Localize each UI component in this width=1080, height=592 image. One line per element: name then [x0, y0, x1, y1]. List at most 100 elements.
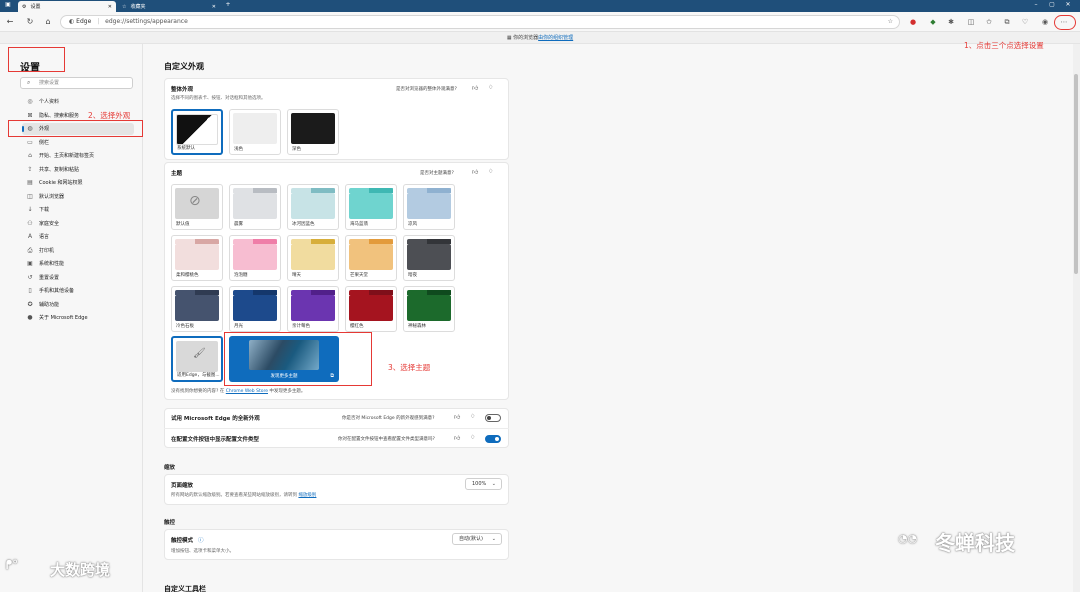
theme-tile[interactable]: 晴天 [287, 235, 339, 281]
thumbs-down-icon[interactable]: ♢ [470, 413, 475, 420]
sidebar-item[interactable]: ⇪ 共享、复制和粘贴 [22, 164, 134, 176]
search-placeholder: 搜索设置 [39, 80, 60, 86]
sidebar-item[interactable]: ▯ 手机和其他设备 [22, 285, 134, 297]
sidebar-item[interactable]: ↺ 重置设置 [22, 272, 134, 284]
theme-tile[interactable]: 暗夜 [403, 235, 455, 281]
theme-store-hint: 没有找到你想要的内容? 在 Chrome Web Store 中发现更多主题。 [171, 388, 305, 394]
theme-tile[interactable]: 樱红色 [345, 286, 397, 332]
shield-icon[interactable]: ◆ [928, 17, 938, 27]
page-zoom-desc: 所有网站的默认缩放级别。若要查看某些网站缩放级别，请转到 缩放级别 [171, 492, 316, 498]
split-screen-icon[interactable]: ◫ [966, 17, 976, 27]
search-settings-input[interactable]: ⌕ 搜索设置 [20, 77, 133, 89]
sidebar-item[interactable]: ▣ 系统和性能 [22, 258, 134, 270]
theme-edge-tile[interactable]: 🖌︎ 适用Edge，与截图... [171, 336, 223, 382]
extensions-icon[interactable]: ✱ [946, 17, 956, 27]
collections-icon[interactable]: ⧉ [1002, 17, 1012, 27]
sidebar-item-label: 个人资料 [39, 99, 60, 105]
managed-link[interactable]: 由你的组织管理 [538, 35, 573, 41]
adblock-icon[interactable]: ● [908, 17, 918, 27]
home-icon[interactable]: ⌂ [42, 16, 54, 28]
new-tab-icon[interactable]: + [222, 1, 234, 8]
theme-tile[interactable]: 柔和樱桃色 [171, 235, 223, 281]
help-icon[interactable]: ⓘ [198, 538, 204, 544]
minimize-icon[interactable]: – [1030, 1, 1042, 8]
theme-tile[interactable]: 泡泡糖 [229, 235, 281, 281]
back-icon[interactable]: ← [4, 16, 16, 28]
page-scrollbar[interactable] [1073, 44, 1080, 592]
thumbs-down-icon[interactable]: ♢ [488, 84, 493, 91]
overall-option-light[interactable]: 浅色 [229, 109, 281, 155]
maximize-icon[interactable]: ▢ [1046, 1, 1058, 8]
theme-label: 晴天 [292, 273, 301, 278]
sidebar-item[interactable]: ⌂ 开始、主页和新建标签页 [22, 150, 134, 162]
theme-tile[interactable]: 冰河因蓝色 [287, 184, 339, 230]
annotation-more-menu-circle [1054, 15, 1076, 30]
option-label: 系统默认 [177, 146, 195, 151]
favorites-icon[interactable]: ✩ [984, 17, 994, 27]
toggle-knob [495, 437, 499, 441]
page-zoom-select[interactable]: 100% ⌄ [465, 478, 502, 490]
thumbs-up-icon[interactable]: 👍︎ [472, 84, 478, 92]
theme-preview [175, 244, 219, 270]
theme-label: 冷色石板 [176, 324, 194, 329]
overall-option-system[interactable]: 系统默认 [171, 109, 223, 155]
customize-toolbar-heading: 自定义工具栏 [164, 585, 206, 592]
sidebar-item[interactable]: ◫ 默认浏览器 [22, 191, 134, 203]
theme-tile[interactable]: 晨雾 [229, 184, 281, 230]
phone-icon: ▯ [28, 287, 32, 294]
sidebar-item[interactable]: A 语言 [22, 231, 134, 243]
browser-essentials-icon[interactable]: ♡ [1020, 17, 1030, 27]
address-bar[interactable]: ◐ Edge | edge://settings/appearance ☆ [60, 15, 900, 29]
watermark-left: 大数跨境 [50, 561, 111, 579]
theme-label: 凉风 [408, 222, 417, 227]
profile-avatar-icon[interactable]: ◉ [1040, 17, 1050, 27]
window-menu-icon[interactable]: ▣ [2, 1, 14, 8]
theme-label: 樱红色 [350, 324, 364, 329]
try-new-look-toggle[interactable] [485, 414, 501, 422]
theme-tile[interactable]: 凉风 [403, 184, 455, 230]
sidebar-item[interactable]: ↓ 下载 [22, 204, 134, 216]
touch-mode-title: 触控模式 ⓘ [171, 536, 203, 544]
thumbs-down-icon[interactable]: ♢ [488, 168, 493, 175]
favorite-star-icon[interactable]: ☆ [888, 16, 893, 28]
sidebar-item[interactable]: ▭ 侧栏 [22, 137, 134, 149]
theme-tile[interactable]: 芒果天堂 [345, 235, 397, 281]
sidebar-item-label: Cookie 和网站权限 [39, 180, 83, 186]
theme-tile[interactable]: 神秘森林 [403, 286, 455, 332]
thumbs-up-icon[interactable]: 👍︎ [454, 434, 460, 442]
theme-label: 亲计莓色 [292, 324, 310, 329]
thumbs-down-icon[interactable]: ♢ [470, 434, 475, 441]
theme-tile[interactable]: 亲计莓色 [287, 286, 339, 332]
theme-tile[interactable]: ⊘ 默认值 [171, 184, 223, 230]
theme-preview [291, 244, 335, 270]
profile-type-toggle[interactable] [485, 435, 501, 443]
close-tab-icon[interactable]: ✕ [108, 4, 112, 10]
sidebar-item-label: 家庭安全 [39, 220, 60, 227]
thumbs-up-icon[interactable]: 👍︎ [454, 413, 460, 421]
tab-settings[interactable]: ⚙ 设置 ✕ [18, 1, 116, 12]
overall-option-dark[interactable]: 深色 [287, 109, 339, 155]
refresh-icon[interactable]: ↻ [24, 16, 36, 28]
close-tab-icon[interactable]: ✕ [212, 4, 216, 10]
sidebar-item[interactable]: ● 关于 Microsoft Edge [22, 312, 134, 324]
theme-feedback-text: 是否对主题满意? [420, 171, 454, 176]
theme-tile[interactable]: 月光 [229, 286, 281, 332]
sidebar-item-label: 隐私、搜索和服务 [39, 112, 80, 119]
option-preview [291, 113, 335, 144]
theme-tile[interactable]: 海马蓝翡 [345, 184, 397, 230]
theme-tile[interactable]: 冷色石板 [171, 286, 223, 332]
scrollbar-thumb[interactable] [1074, 74, 1078, 274]
sidebar-item[interactable]: ⎙ 打印机 [22, 245, 134, 257]
thumbs-up-icon[interactable]: 👍︎ [472, 168, 478, 176]
toolbar: ← ↻ ⌂ ◐ Edge | edge://settings/appearanc… [0, 12, 1080, 32]
zoom-levels-link[interactable]: 缩放级别 [298, 493, 316, 498]
chrome-web-store-link[interactable]: Chrome Web Store [226, 389, 268, 394]
sidebar-item[interactable]: ◎ 个人资料 [22, 96, 134, 108]
tab-favorites[interactable]: ☆ 收藏夹 ✕ [118, 1, 220, 12]
sidebar-item[interactable]: ✪ 辅助功能 [22, 299, 134, 311]
annotation-step-3: 3、选择主题 [388, 363, 431, 372]
sidebar-item[interactable]: ⚇ 家庭安全 [22, 218, 134, 230]
close-window-icon[interactable]: ✕ [1062, 1, 1074, 8]
sidebar-item[interactable]: ▤ Cookie 和网站权限 [22, 177, 134, 189]
touch-mode-select[interactable]: 自动(默认) ⌄ [452, 533, 502, 545]
